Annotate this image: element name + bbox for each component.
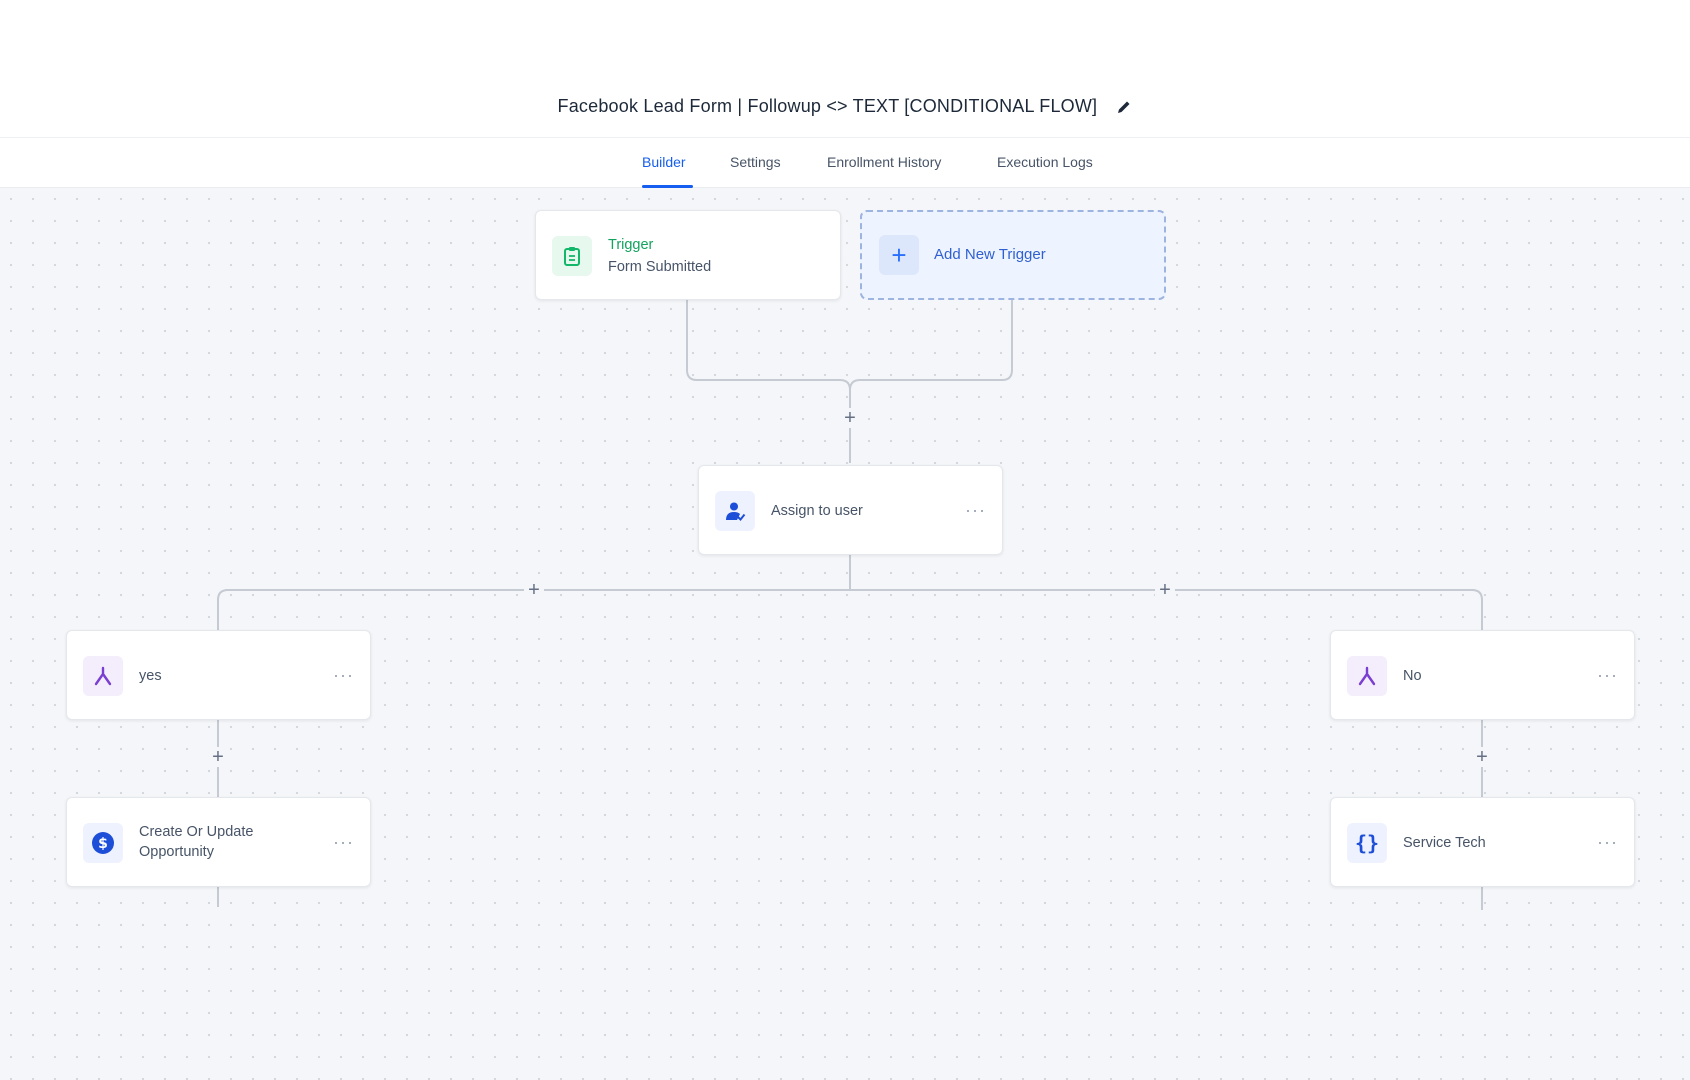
plus-icon: + xyxy=(879,235,919,275)
branch-no-node[interactable]: No ··· xyxy=(1330,630,1635,720)
add-step-after-no-button[interactable]: + xyxy=(1472,747,1492,767)
trigger-subtitle: Form Submitted xyxy=(608,259,712,275)
branch-yes-label: yes xyxy=(139,668,162,684)
connector-trigger xyxy=(686,300,851,391)
trigger-node[interactable]: Trigger Form Submitted xyxy=(535,210,841,300)
add-step-yes-branch-button[interactable]: + xyxy=(524,580,544,600)
assign-label: Assign to user xyxy=(771,503,863,519)
opportunity-more-menu[interactable]: ··· xyxy=(333,833,354,851)
add-step-no-branch-button[interactable]: + xyxy=(1155,580,1175,600)
branch-no-more-menu[interactable]: ··· xyxy=(1597,666,1618,684)
service-tech-node[interactable]: {} Service Tech ··· xyxy=(1330,797,1635,887)
braces-icon: {} xyxy=(1347,823,1387,863)
user-assign-icon xyxy=(715,491,755,531)
add-new-trigger-label: Add New Trigger xyxy=(934,246,1046,263)
service-tech-label: Service Tech xyxy=(1403,835,1486,851)
branch-no-label: No xyxy=(1403,668,1422,684)
dollar-icon: $ xyxy=(83,823,123,863)
assign-to-user-node[interactable]: Assign to user ··· xyxy=(698,465,1003,555)
clipboard-icon xyxy=(552,236,592,276)
create-update-opportunity-node[interactable]: $ Create Or Update Opportunity ··· xyxy=(66,797,371,887)
add-new-trigger-button[interactable]: + Add New Trigger xyxy=(860,210,1166,300)
trigger-title: Trigger xyxy=(608,237,654,253)
opportunity-label: Create Or Update Opportunity xyxy=(139,824,254,860)
branch-yes-node[interactable]: yes ··· xyxy=(66,630,371,720)
add-step-after-trigger-button[interactable]: + xyxy=(840,408,860,428)
service-tech-more-menu[interactable]: ··· xyxy=(1597,833,1618,851)
branch-icon xyxy=(1347,656,1387,696)
svg-text:$: $ xyxy=(98,836,108,852)
connector-add-trigger xyxy=(849,300,1013,391)
branch-yes-more-menu[interactable]: ··· xyxy=(333,666,354,684)
add-step-after-yes-button[interactable]: + xyxy=(208,747,228,767)
connector-split-horizontal xyxy=(217,589,1483,630)
branch-icon xyxy=(83,656,123,696)
assign-more-menu[interactable]: ··· xyxy=(965,501,986,519)
